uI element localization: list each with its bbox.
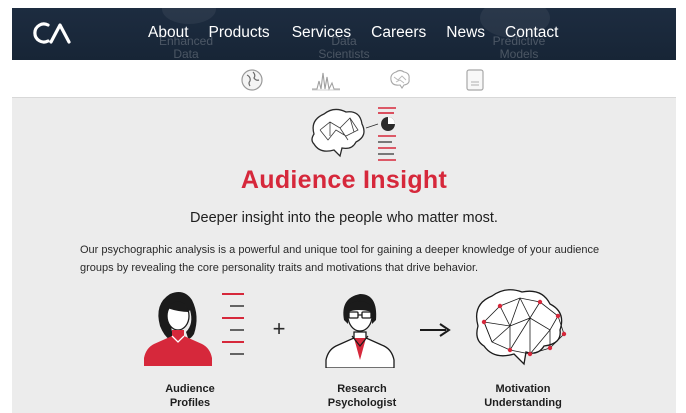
brain-icon[interactable]	[387, 67, 413, 93]
arrow-right-icon	[420, 323, 451, 337]
globe-icon[interactable]	[239, 67, 265, 93]
caption-motivation-understanding: Motivation Understanding	[470, 382, 576, 410]
section-title: Audience Insight	[240, 166, 448, 194]
nav-links: About Products Services Careers News Con…	[138, 22, 568, 44]
caption-audience-profiles: Audience Profiles	[147, 382, 233, 410]
section-icon-strip	[12, 60, 676, 98]
woman-avatar-icon	[144, 292, 244, 366]
page: Enhanced Data Data Scientists Predictive…	[0, 0, 686, 413]
caption-research-psychologist: Research Psychologist	[314, 382, 410, 410]
nav-link-about[interactable]: About	[138, 22, 199, 44]
top-navbar: Enhanced Data Data Scientists Predictive…	[12, 8, 676, 60]
brain-analysis-icon	[311, 107, 396, 161]
nav-link-services[interactable]: Services	[282, 22, 361, 44]
nav-link-news[interactable]: News	[436, 22, 495, 44]
nav-link-contact[interactable]: Contact	[495, 22, 568, 44]
caption-line: Audience	[165, 383, 215, 395]
psychologist-avatar-icon	[325, 294, 395, 368]
section-description: Our psychographic analysis is a powerful…	[80, 244, 600, 274]
waveform-icon[interactable]	[310, 67, 342, 93]
document-icon[interactable]	[462, 67, 488, 93]
caption-line: Research	[337, 383, 387, 395]
ca-logo[interactable]	[30, 18, 74, 48]
section-subtitle: Deeper insight into the people who matte…	[190, 210, 498, 226]
caption-line: Psychologist	[327, 397, 397, 409]
caption-line: Profiles	[169, 397, 211, 409]
caption-line: Motivation	[495, 383, 551, 395]
caption-line: Understanding	[484, 397, 562, 409]
plus-operator: +	[272, 316, 286, 341]
nav-link-careers[interactable]: Careers	[361, 22, 436, 44]
audience-insight-section: Audience Insight Deeper insight into the…	[12, 98, 676, 413]
brain-network-icon	[475, 289, 567, 366]
nav-link-products[interactable]: Products	[199, 22, 280, 44]
